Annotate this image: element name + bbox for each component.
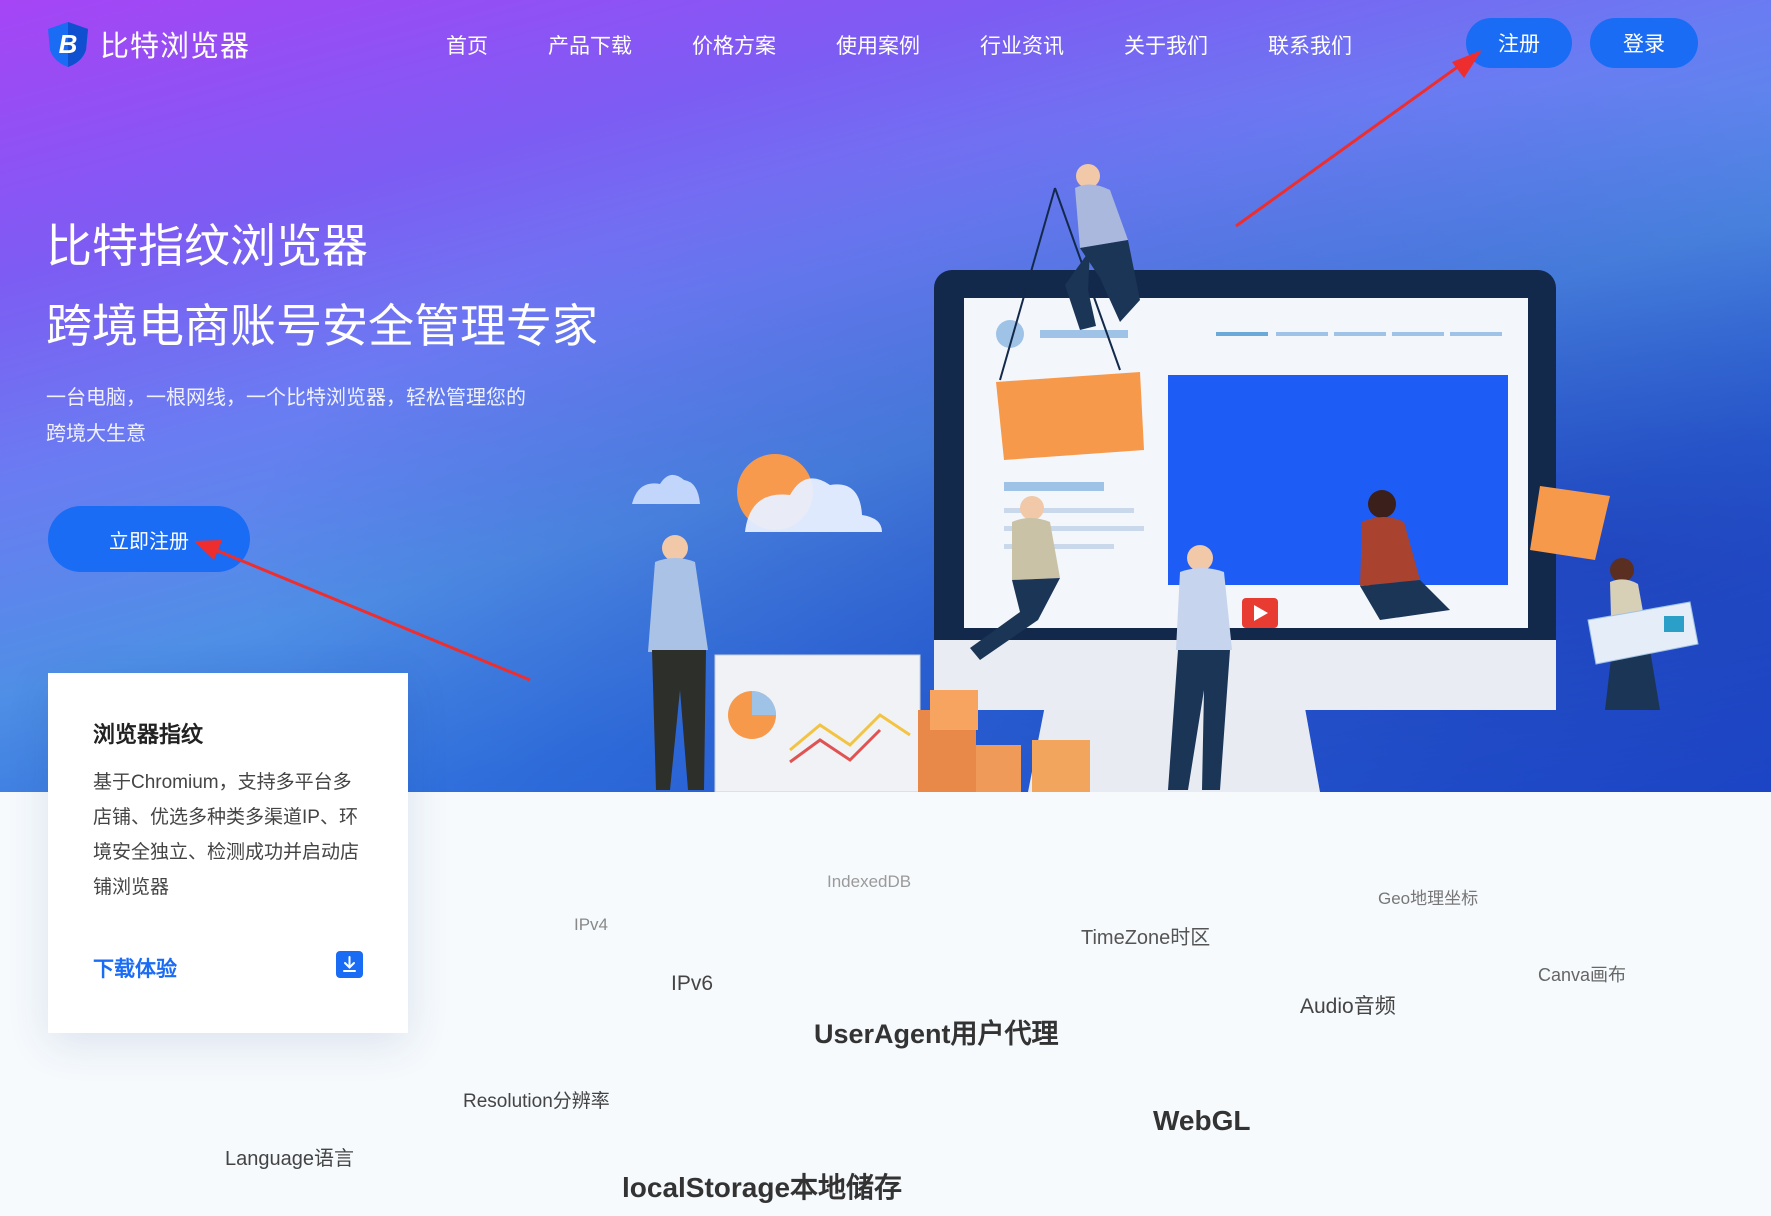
register-now-button[interactable]: 立即注册 [48, 506, 250, 572]
tag-canva: Canva画布 [1538, 965, 1627, 985]
site-logo[interactable]: B 比特浏览器 [46, 20, 250, 68]
logo-icon: B [48, 22, 88, 67]
tag-ipv6: IPv6 [671, 972, 714, 995]
hero-title: 比特指纹浏览器 [46, 220, 368, 272]
register-button[interactable]: 注册 [1466, 18, 1572, 68]
tag-webgl: WebGL [1153, 1105, 1251, 1136]
nav-item-about[interactable]: 关于我们 [1124, 30, 1208, 60]
nav-item-home[interactable]: 首页 [446, 30, 488, 60]
tag-resolution: Resolution分辨率 [463, 1091, 610, 1112]
feature-card-description: 基于Chromium，支持多平台多店铺、优选多种类多渠道IP、环境安全独立、检测… [93, 772, 360, 898]
tag-language: Language语言 [225, 1148, 354, 1170]
sun-cloud-icon [632, 454, 882, 532]
tag-audio: Audio音频 [1300, 995, 1396, 1018]
nav-item-news[interactable]: 行业资讯 [980, 30, 1064, 60]
hero-description: 一台电脑，一根网线，一个比特浏览器，轻松管理您的跨境大生意 [46, 387, 526, 445]
feature-card-title: 浏览器指纹 [93, 722, 204, 747]
login-button[interactable]: 登录 [1590, 18, 1698, 68]
nav-item-download[interactable]: 产品下载 [548, 30, 632, 60]
tag-indexeddb: IndexedDB [827, 872, 912, 891]
person-with-chart-illustration [648, 535, 921, 792]
tag-localstorage: localStorage本地储存 [622, 1172, 903, 1203]
tag-useragent: UserAgent用户代理 [814, 1019, 1059, 1049]
tag-ipv4: IPv4 [574, 915, 609, 934]
tag-geo: Geo地理坐标 [1378, 889, 1479, 908]
main-nav: 首页 产品下载 价格方案 使用案例 行业资讯 关于我们 联系我们 [446, 30, 1412, 60]
feature-card: 浏览器指纹 基于Chromium，支持多平台多店铺、优选多种类多渠道IP、环境安… [48, 673, 408, 1033]
logo-letter: B [59, 29, 78, 59]
nav-item-cases[interactable]: 使用案例 [836, 30, 920, 60]
download-icon[interactable] [336, 951, 363, 978]
download-trial-link[interactable]: 下载体验 [93, 953, 177, 983]
hero-illustration [632, 164, 1699, 792]
brand-name: 比特浏览器 [100, 31, 251, 63]
download-icon-glyph [343, 956, 356, 972]
hero-subtitle: 跨境电商账号安全管理专家 [46, 300, 598, 352]
nav-item-contact[interactable]: 联系我们 [1268, 30, 1352, 60]
tag-timezone: TimeZone时区 [1081, 927, 1211, 949]
nav-item-pricing[interactable]: 价格方案 [692, 30, 776, 60]
